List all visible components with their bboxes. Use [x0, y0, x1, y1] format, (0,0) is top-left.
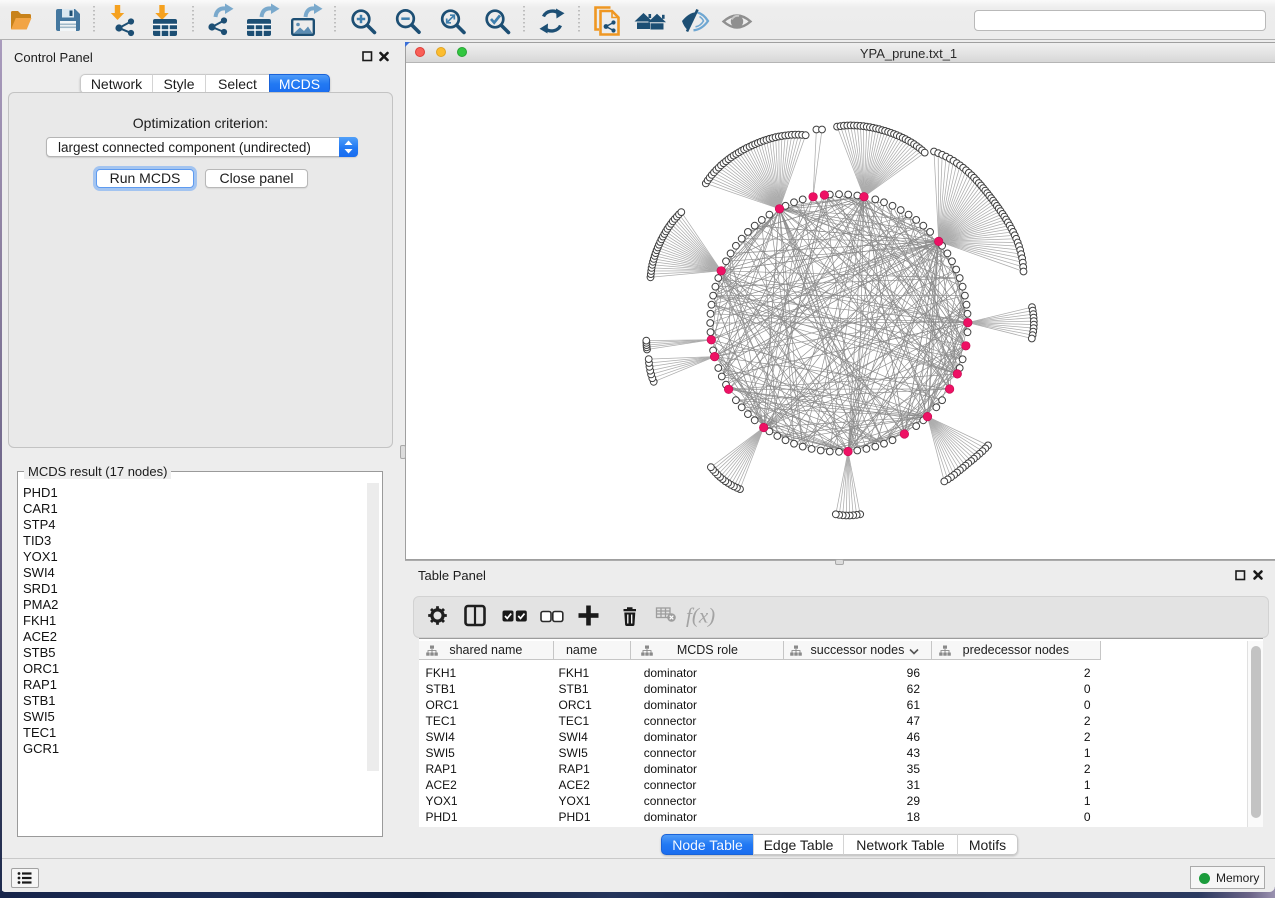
svg-text:f(x): f(x) [686, 604, 715, 628]
